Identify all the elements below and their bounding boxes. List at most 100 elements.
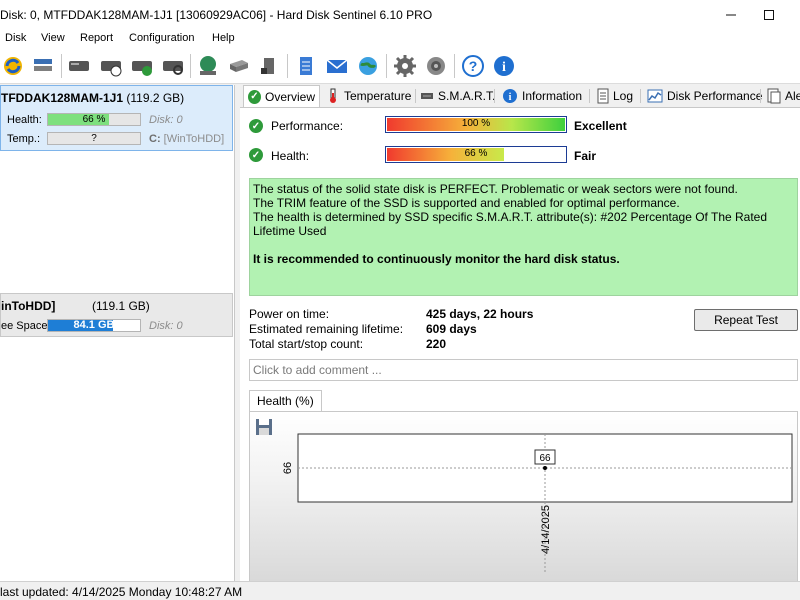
tab-alerts[interactable]: Ale [763,85,800,107]
menu-report[interactable]: Report [80,32,113,44]
info-icon: i [503,89,517,103]
volume-disk-id: Disk: 0 [149,320,183,332]
tab-overview[interactable]: ✓ Overview [243,85,320,107]
status-bar: last updated: 4/14/2025 Monday 10:48:27 … [0,581,800,600]
menu-view[interactable]: View [41,32,65,44]
toolbar-separator [454,54,455,78]
external-drive-icon[interactable] [256,53,282,79]
volume-name: inToHDD] [1,299,56,313]
startstop-value: 220 [426,337,447,351]
maximize-button[interactable] [746,0,792,30]
disk-card[interactable]: TFDDAK128MAM-1J1 (119.2 GB) Health: 66 %… [0,85,233,151]
volume-link[interactable]: C: [WinToHDD] [149,133,224,145]
toolbar-separator [61,54,62,78]
smart-icon [421,93,433,99]
disk-details-icon[interactable] [66,53,92,79]
y-tick-label: 66 [282,462,294,474]
email-icon[interactable] [324,53,350,79]
web-report-icon[interactable] [355,53,381,79]
volume-card[interactable]: inToHDD] (119.1 GB) ee Space 84.1 GB Dis… [0,293,233,337]
health-label: Health: [7,114,42,126]
performance-bar: 100 % [385,116,567,133]
power-on-value: 425 days, 22 hours [426,307,534,321]
performance-check-icon: ✓ [249,119,263,133]
disk-list-icon[interactable] [30,53,56,79]
free-space-value: 84.1 GB [73,319,115,331]
trim-line: The TRIM feature of the SSD is supported… [253,196,680,210]
performance-icon [647,89,663,103]
tab-disk-performance[interactable]: Disk Performance [643,85,766,107]
tab-health-graph[interactable]: Health (%) [249,390,322,412]
health-rating: Fair [574,149,597,163]
help-icon[interactable]: ? [460,53,486,79]
power-on-label: Power on time: [249,307,330,321]
toolbar-separator [190,54,191,78]
tab-smart[interactable]: S.M.A.R.T. [416,85,499,107]
recommendation-line: It is recommended to continuously monito… [253,252,620,266]
repeat-test-button[interactable]: Repeat Test [694,309,798,331]
minimize-icon [726,14,736,16]
report-icon[interactable] [293,53,319,79]
disk-size: (119.2 GB) [126,91,185,105]
temp-label: Temp.: [7,133,41,145]
disk-search-icon[interactable] [160,53,186,79]
temp-bar: ? [47,132,141,145]
svg-text:?: ? [469,58,478,74]
maximize-icon [764,10,774,20]
log-icon [597,88,609,104]
health-source-line: The health is determined by SSD specific… [253,210,768,238]
x-tick-label: 4/14/2025 [540,505,552,554]
network-icon[interactable] [195,53,221,79]
svg-text:i: i [502,60,506,75]
performance-rating: Excellent [574,119,627,133]
health-value: 66 % [82,114,106,125]
last-updated: last updated: 4/14/2025 Monday 10:48:27 … [0,585,243,599]
overview-health-value: 66 % [464,148,488,159]
performance-label: Performance: [271,119,344,133]
free-space-bar: 84.1 GB [47,319,141,332]
gear-icon[interactable] [392,53,418,79]
alerts-icon [767,88,781,104]
tab-log[interactable]: Log [593,85,637,107]
status-line: The status of the solid state disk is PE… [253,182,738,196]
health-check-icon: ✓ [249,148,263,162]
window-title: Disk: 0, MTFDDAK128MAM-1J1 [13060929AC06… [0,8,433,22]
drive-icon[interactable] [226,53,252,79]
menu-configuration[interactable]: Configuration [129,32,194,44]
menu-bar: Disk View Report Configuration Help [0,30,800,48]
free-space-label: ee Space [1,320,48,332]
disk-id: Disk: 0 [149,114,183,126]
info-icon[interactable]: i [491,53,517,79]
toolbar-separator [386,54,387,78]
volume-size: (119.1 GB) [92,299,150,313]
disk-test-icon[interactable] [129,53,155,79]
health-chart: 66 4/14/2025 66 [282,433,793,572]
disk-name: TFDDAK128MAM-1J1 (119.2 GB) [1,91,185,105]
thermometer-icon [330,88,336,103]
lifetime-label: Estimated remaining lifetime: [249,322,404,336]
overview-panel: ✓ Performance: 100 % Excellent ✓ Health:… [240,107,800,582]
refresh-icon[interactable] [0,53,26,79]
toolbar: ? i [0,48,800,84]
check-icon: ✓ [248,89,261,104]
chart-point [543,466,547,470]
data-label: 66 [539,453,551,464]
sound-icon[interactable] [423,53,449,79]
tab-temperature[interactable]: Temperature [322,85,415,107]
health-bar: 66 % [47,113,141,126]
health-graph-panel: 66 4/14/2025 66 [249,411,798,582]
status-message-box: The status of the solid state disk is PE… [249,178,798,296]
tab-separator [760,89,761,103]
comment-input[interactable]: Click to add comment ... [249,359,798,381]
menu-help[interactable]: Help [212,32,235,44]
tab-separator [494,89,495,103]
tab-information[interactable]: i Information [498,85,586,107]
tab-bar: ✓ Overview Temperature S.M.A.R.T. i Info… [240,85,800,107]
title-bar: Disk: 0, MTFDDAK128MAM-1J1 [13060929AC06… [0,0,800,30]
disk-schedule-icon[interactable] [98,53,124,79]
menu-disk[interactable]: Disk [5,32,26,44]
lifetime-value: 609 days [426,322,477,336]
overview-health-bar: 66 % [385,146,567,163]
performance-value: 100 % [461,118,491,129]
tab-separator [640,89,641,103]
